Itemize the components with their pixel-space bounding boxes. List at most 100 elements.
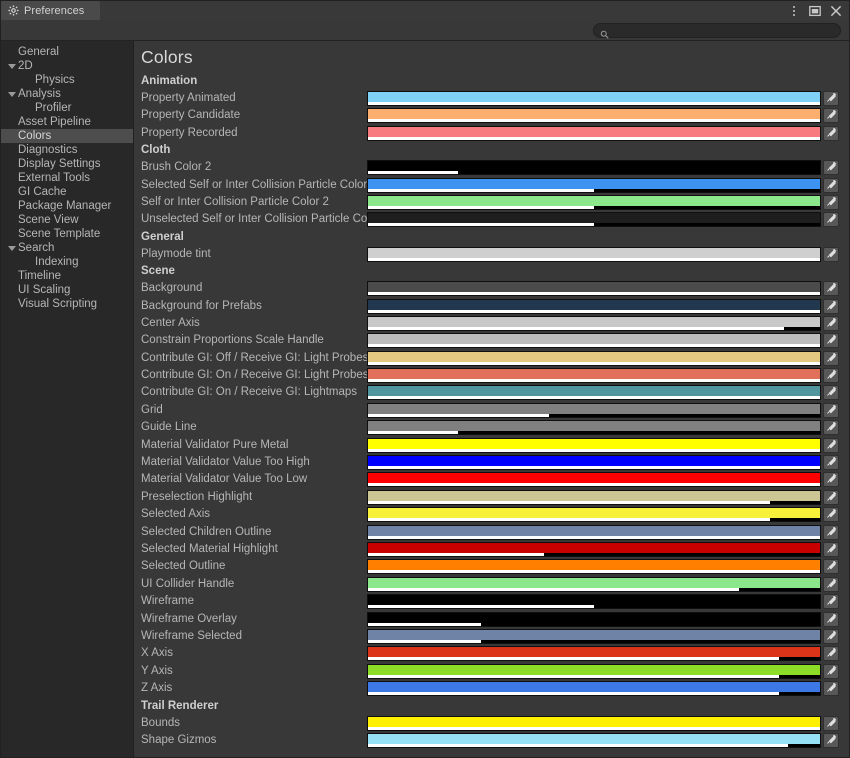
eyedropper-icon[interactable] (823, 472, 839, 487)
triangle-glyph[interactable] (8, 246, 16, 251)
eyedropper-icon[interactable] (823, 629, 839, 644)
color-swatch[interactable] (367, 490, 821, 505)
sidebar-item-gi-cache[interactable]: GI Cache (1, 185, 133, 199)
color-swatch[interactable] (367, 316, 821, 331)
eyedropper-icon[interactable] (823, 490, 839, 505)
sidebar-item-scene-template[interactable]: Scene Template (1, 227, 133, 241)
color-swatch[interactable] (367, 178, 821, 193)
settings-tree-sidebar[interactable]: General2DPhysicsAnalysisProfilerAsset Pi… (1, 41, 134, 757)
sidebar-item-analysis[interactable]: Analysis (1, 87, 133, 101)
eyedropper-icon[interactable] (823, 716, 839, 731)
eyedropper-icon[interactable] (823, 646, 839, 661)
eyedropper-icon[interactable] (823, 577, 839, 592)
eyedropper-icon[interactable] (823, 178, 839, 193)
color-swatch[interactable] (367, 247, 821, 262)
eyedropper-icon[interactable] (823, 455, 839, 470)
sidebar-item-label: Timeline (18, 270, 61, 282)
color-swatch[interactable] (367, 542, 821, 557)
color-row-label: Unselected Self or Inter Collision Parti… (141, 211, 367, 228)
eyedropper-icon[interactable] (823, 91, 839, 106)
sidebar-item-package-manager[interactable]: Package Manager (1, 199, 133, 213)
sidebar-item-diagnostics[interactable]: Diagnostics (1, 143, 133, 157)
sidebar-item-asset-pipeline[interactable]: Asset Pipeline (1, 115, 133, 129)
eyedropper-icon[interactable] (823, 368, 839, 383)
color-swatch[interactable] (367, 594, 821, 609)
eyedropper-icon[interactable] (823, 108, 839, 123)
color-swatch[interactable] (367, 455, 821, 470)
color-swatch[interactable] (367, 299, 821, 314)
sidebar-item-colors[interactable]: Colors (1, 129, 133, 143)
eyedropper-icon[interactable] (823, 594, 839, 609)
eyedropper-icon[interactable] (823, 733, 839, 748)
color-swatch[interactable] (367, 368, 821, 383)
color-swatch[interactable] (367, 664, 821, 679)
close-icon[interactable] (829, 4, 842, 17)
eyedropper-icon[interactable] (823, 299, 839, 314)
eyedropper-icon[interactable] (823, 507, 839, 522)
color-swatch[interactable] (367, 126, 821, 141)
eyedropper-icon[interactable] (823, 438, 839, 453)
sidebar-item-physics[interactable]: Physics (1, 73, 133, 87)
sidebar-item-scene-view[interactable]: Scene View (1, 213, 133, 227)
sidebar-item-ui-scaling[interactable]: UI Scaling (1, 283, 133, 297)
sidebar-item-external-tools[interactable]: External Tools (1, 171, 133, 185)
color-swatch[interactable] (367, 507, 821, 522)
color-swatch[interactable] (367, 281, 821, 296)
color-swatch[interactable] (367, 420, 821, 435)
eyedropper-icon[interactable] (823, 195, 839, 210)
color-swatch[interactable] (367, 472, 821, 487)
eyedropper-icon[interactable] (823, 612, 839, 627)
eyedropper-icon[interactable] (823, 420, 839, 435)
color-swatch[interactable] (367, 559, 821, 574)
eyedropper-icon[interactable] (823, 316, 839, 331)
color-swatch[interactable] (367, 91, 821, 106)
sidebar-item-search[interactable]: Search (1, 241, 133, 255)
eyedropper-icon[interactable] (823, 160, 839, 175)
color-swatch[interactable] (367, 577, 821, 592)
eyedropper-icon[interactable] (823, 681, 839, 696)
eyedropper-icon[interactable] (823, 385, 839, 400)
sidebar-item-general[interactable]: General (1, 45, 133, 59)
triangle-glyph[interactable] (8, 64, 16, 69)
eyedropper-icon[interactable] (823, 126, 839, 141)
color-swatch[interactable] (367, 403, 821, 418)
sidebar-item-display-settings[interactable]: Display Settings (1, 157, 133, 171)
triangle-glyph[interactable] (8, 92, 16, 97)
eyedropper-icon[interactable] (823, 542, 839, 557)
sidebar-item-visual-scripting[interactable]: Visual Scripting (1, 297, 133, 311)
color-swatch[interactable] (367, 612, 821, 627)
eyedropper-icon[interactable] (823, 559, 839, 574)
search-box[interactable] (593, 23, 841, 38)
color-swatch[interactable] (367, 733, 821, 748)
eyedropper-icon[interactable] (823, 403, 839, 418)
color-swatch[interactable] (367, 385, 821, 400)
search-input[interactable] (613, 25, 834, 36)
sidebar-item-label: General (18, 46, 59, 58)
color-swatch[interactable] (367, 646, 821, 661)
color-swatch[interactable] (367, 333, 821, 348)
eyedropper-icon[interactable] (823, 281, 839, 296)
color-swatch[interactable] (367, 212, 821, 227)
eyedropper-icon[interactable] (823, 247, 839, 262)
color-swatch[interactable] (367, 629, 821, 644)
color-swatch[interactable] (367, 681, 821, 696)
color-swatch[interactable] (367, 108, 821, 123)
color-swatch[interactable] (367, 438, 821, 453)
color-swatch[interactable] (367, 525, 821, 540)
maximize-icon[interactable] (808, 4, 821, 17)
kebab-menu-icon[interactable] (787, 4, 800, 17)
eyedropper-icon[interactable] (823, 664, 839, 679)
eyedropper-icon[interactable] (823, 351, 839, 366)
color-swatch[interactable] (367, 195, 821, 210)
eyedropper-icon[interactable] (823, 525, 839, 540)
sidebar-item-indexing[interactable]: Indexing (1, 255, 133, 269)
color-swatch[interactable] (367, 716, 821, 731)
sidebar-item-timeline[interactable]: Timeline (1, 269, 133, 283)
sidebar-item-2d[interactable]: 2D (1, 59, 133, 73)
tab-preferences[interactable]: Preferences (1, 1, 100, 20)
color-swatch[interactable] (367, 351, 821, 366)
eyedropper-icon[interactable] (823, 333, 839, 348)
sidebar-item-profiler[interactable]: Profiler (1, 101, 133, 115)
eyedropper-icon[interactable] (823, 212, 839, 227)
color-swatch[interactable] (367, 160, 821, 175)
